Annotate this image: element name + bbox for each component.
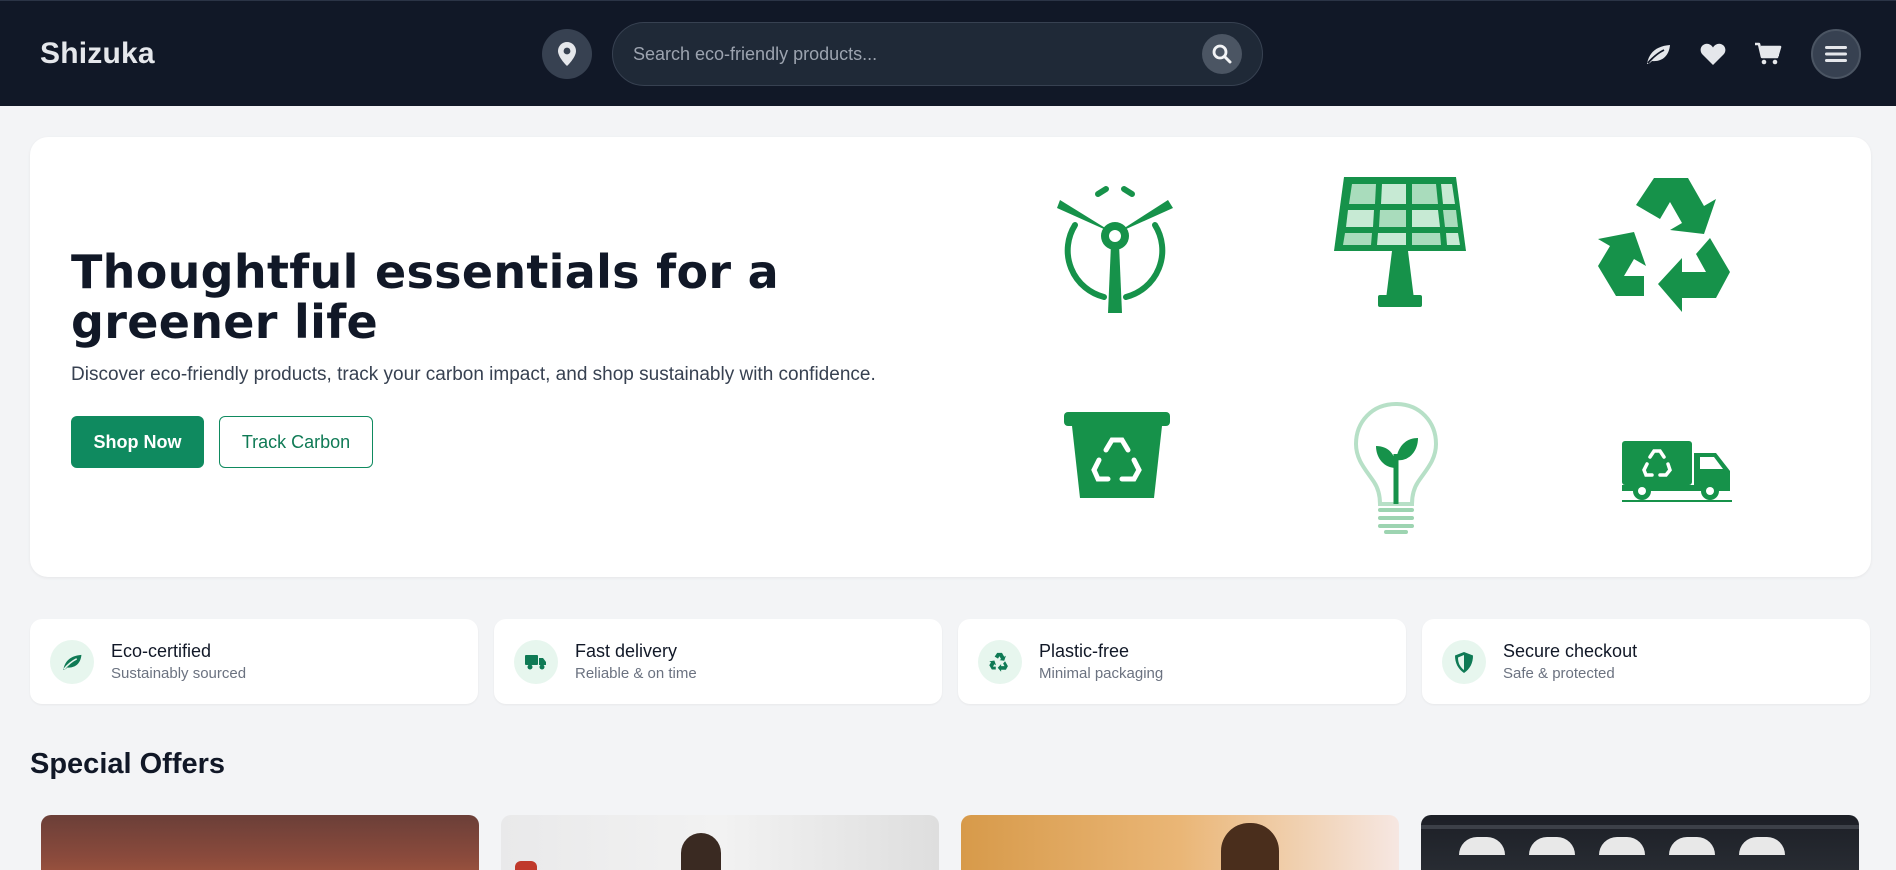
person-figure [1221, 823, 1279, 870]
cart-button[interactable] [1751, 37, 1785, 71]
top-navbar: Shizuka [0, 0, 1896, 106]
pendant-lamp [1459, 837, 1505, 855]
heart-icon [1700, 43, 1726, 65]
pendant-lamp [1669, 837, 1715, 855]
solar-panel-icon [1334, 177, 1466, 307]
offer-card-image[interactable] [501, 815, 939, 870]
recycling-truck-icon [1622, 441, 1732, 502]
feature-title: Eco-certified [111, 641, 212, 661]
person-figure [681, 833, 721, 870]
search-button[interactable] [1202, 34, 1242, 74]
feature-eco-certified: Eco-certified Sustainably sourced [30, 619, 478, 704]
feature-subtitle: Reliable & on time [575, 665, 697, 682]
shield-icon [1455, 651, 1473, 673]
feature-subtitle: Minimal packaging [1039, 665, 1164, 682]
leaf-icon [1647, 45, 1670, 64]
hero-title: Thoughtful essentials for a greener life [71, 245, 780, 349]
wishlist-button[interactable] [1696, 37, 1730, 71]
feature-fast-delivery: Fast delivery Reliable & on time [494, 619, 942, 704]
offer-card-image[interactable] [961, 815, 1399, 870]
feature-title: Plastic-free [1039, 641, 1130, 661]
site-logo[interactable]: Shizuka [40, 37, 155, 71]
truck-icon [525, 655, 546, 670]
wind-turbine-icon [1057, 186, 1173, 313]
special-offers-title: Special Offers [30, 748, 226, 780]
offer-card-image[interactable] [41, 815, 479, 870]
search-bar [612, 22, 1263, 86]
recycle-icon [1598, 178, 1730, 312]
cart-icon [1755, 42, 1782, 65]
hero-subtitle: Discover eco-friendly products, track yo… [71, 364, 876, 385]
lamp-rail [1421, 825, 1859, 829]
feature-title: Fast delivery [575, 641, 678, 661]
location-button[interactable] [542, 29, 592, 79]
search-icon [1212, 44, 1232, 64]
feature-secure-checkout: Secure checkout Safe & protected [1422, 619, 1870, 704]
recycle-bin-icon [1064, 412, 1170, 498]
hero-section: Thoughtful essentials for a greener life… [30, 137, 1871, 577]
recycle-icon [989, 652, 1008, 672]
menu-button[interactable] [1811, 29, 1861, 79]
search-input[interactable] [633, 23, 1193, 85]
offer-card-image[interactable] [1421, 815, 1859, 870]
red-object [515, 861, 537, 870]
pendant-lamp [1529, 837, 1575, 855]
leaf-icon [63, 654, 82, 670]
location-icon [558, 42, 576, 66]
eco-button[interactable] [1641, 37, 1675, 71]
pendant-lamp [1739, 837, 1785, 855]
menu-icon [1825, 46, 1847, 62]
track-carbon-button[interactable]: Track Carbon [219, 416, 373, 468]
feature-title: Secure checkout [1503, 641, 1638, 661]
feature-subtitle: Safe & protected [1503, 665, 1615, 682]
eco-bulb-icon [1353, 401, 1439, 534]
feature-subtitle: Sustainably sourced [111, 665, 247, 682]
feature-plastic-free: Plastic-free Minimal packaging [958, 619, 1406, 704]
shop-now-button[interactable]: Shop Now [71, 416, 204, 468]
pendant-lamp [1599, 837, 1645, 855]
